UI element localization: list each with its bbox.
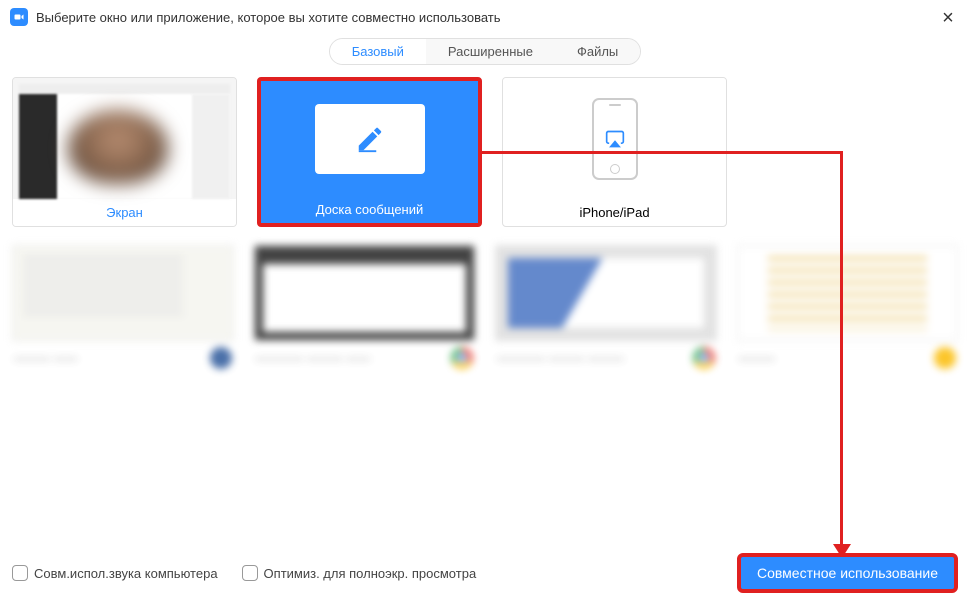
screen-thumbnail [13, 78, 236, 199]
app-window-3[interactable]: ———— ——— ——— [495, 245, 717, 375]
app-window-4[interactable]: ——— [737, 245, 959, 375]
option-iphone-label: iPhone/iPad [503, 199, 726, 226]
zoom-icon [10, 8, 28, 26]
tab-files[interactable]: Файлы [555, 39, 640, 64]
option-whiteboard[interactable]: Доска сообщений [257, 77, 482, 227]
checkbox-icon [12, 565, 28, 581]
annotation-line-vertical [840, 151, 843, 546]
app-window-1[interactable]: ——— —— [12, 245, 234, 375]
tab-basic[interactable]: Базовый [330, 39, 426, 64]
app-window-2[interactable]: ———— ——— —— [254, 245, 476, 375]
dialog-footer: Совм.испол.звука компьютера Оптимиз. для… [0, 543, 970, 607]
share-button[interactable]: Совместное использование [737, 553, 958, 593]
tabs-bar: Базовый Расширенные Файлы [0, 38, 970, 65]
dialog-header: Выберите окно или приложение, которое вы… [0, 0, 970, 34]
checkbox-share-audio-label: Совм.испол.звука компьютера [34, 566, 218, 581]
checkbox-share-audio[interactable]: Совм.испол.звука компьютера [12, 565, 218, 581]
pencil-icon [355, 124, 385, 154]
close-button[interactable]: × [936, 6, 960, 30]
annotation-line-horizontal [478, 151, 843, 154]
checkbox-optimize-video-label: Оптимиз. для полноэкр. просмотра [264, 566, 477, 581]
dialog-title: Выберите окно или приложение, которое вы… [36, 10, 501, 25]
whiteboard-thumbnail [261, 81, 478, 196]
airplay-icon [605, 129, 625, 149]
iphone-thumbnail [503, 78, 726, 199]
option-whiteboard-label: Доска сообщений [261, 196, 478, 223]
tab-group: Базовый Расширенные Файлы [329, 38, 642, 65]
checkbox-icon [242, 565, 258, 581]
app-windows-row: ——— —— ———— ——— —— ———— ——— ——— ——— [0, 245, 970, 375]
option-screen[interactable]: Экран [12, 77, 237, 227]
tab-advanced[interactable]: Расширенные [426, 39, 555, 64]
checkbox-optimize-video[interactable]: Оптимиз. для полноэкр. просмотра [242, 565, 477, 581]
option-screen-label: Экран [13, 199, 236, 226]
